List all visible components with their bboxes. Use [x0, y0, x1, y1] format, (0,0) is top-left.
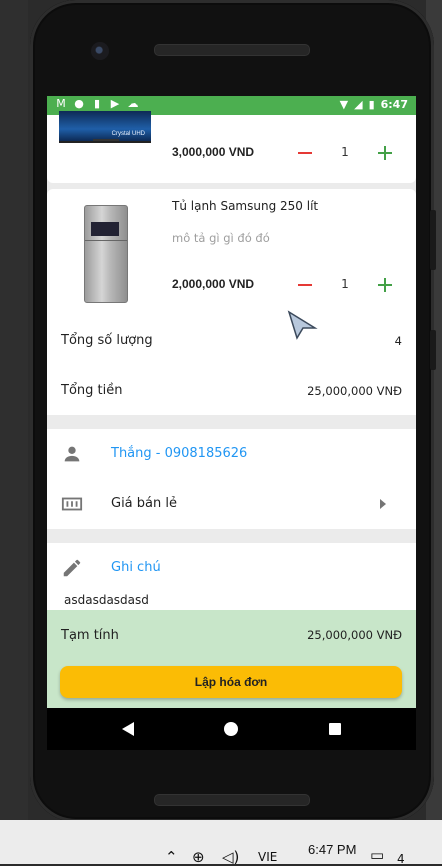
customer-name: Thắng - 0908185626 — [111, 446, 248, 461]
camera-icon — [91, 42, 109, 60]
subtotal-label: Tạm tính — [61, 628, 119, 643]
globe-icon[interactable]: ⊕ — [192, 848, 205, 866]
gmail-icon: M — [56, 97, 66, 110]
checkout-footer: Tạm tính 25,000,000 VNĐ Lập hóa đơn — [47, 610, 416, 708]
home-icon[interactable] — [224, 722, 238, 736]
taskbar-clock[interactable]: 6:47 PM — [308, 842, 356, 857]
note-label[interactable]: Ghi chú — [111, 560, 161, 575]
play-store-icon: ▶ — [110, 97, 120, 110]
order-summary: Tổng số lượng 4 Tổng tiền 25,000,000 VNĐ — [47, 311, 416, 415]
total-quantity-label: Tổng số lượng — [61, 333, 153, 348]
increase-quantity-button[interactable] — [378, 146, 392, 160]
person-icon — [64, 446, 80, 462]
bottom-speaker — [154, 794, 310, 806]
speaker-icon[interactable]: ◁) — [222, 848, 239, 866]
product-quantity: 1 — [341, 277, 349, 291]
cloud-icon: ☁ — [127, 97, 139, 110]
chevron-right-icon — [380, 499, 386, 509]
product-price: 3,000,000 VND — [172, 145, 255, 159]
product-image-tv: Crystal UHD — [59, 111, 151, 143]
windows-taskbar: ⌃ ⊕ ◁) VIE 6:47 PM ▭ 4 — [0, 820, 442, 866]
decrease-quantity-button[interactable] — [298, 284, 312, 286]
subtotal-value: 25,000,000 VNĐ — [307, 628, 402, 642]
pencil-icon — [63, 559, 81, 577]
chevron-up-icon[interactable]: ⌃ — [165, 848, 178, 866]
note-text[interactable]: asdasdasdasd — [64, 593, 149, 607]
android-nav-bar — [47, 708, 416, 750]
product-description: mô tả gì gì đó đó — [172, 231, 270, 245]
price-list-label: Giá bán lẻ — [111, 496, 177, 511]
desktop-left-panel — [0, 0, 28, 820]
power-button[interactable] — [430, 330, 436, 370]
product-price: 2,000,000 VND — [172, 277, 255, 291]
total-quantity-value: 4 — [394, 334, 402, 348]
language-indicator[interactable]: VIE — [258, 850, 277, 864]
customer-section: Thắng - 0908185626 Giá bán lẻ — [47, 429, 416, 529]
mouse-cursor-icon — [287, 310, 318, 340]
signal-icon: ◢ — [354, 98, 363, 111]
product-card[interactable]: Crystal UHD 3,000,000 VND 1 — [47, 111, 416, 183]
product-image-fridge — [84, 205, 128, 303]
customer-row[interactable]: Thắng - 0908185626 — [47, 429, 416, 479]
increase-quantity-button[interactable] — [378, 278, 392, 292]
product-card[interactable]: Tủ lạnh Samsung 250 lít mô tả gì gì đó đ… — [47, 189, 416, 311]
product-quantity: 1 — [341, 145, 349, 159]
sync-icon: ● — [74, 97, 84, 110]
sd-card-icon: ▮ — [93, 97, 101, 110]
recent-apps-icon[interactable] — [329, 723, 341, 735]
status-time: 6:47 — [380, 98, 408, 111]
product-name: Tủ lạnh Samsung 250 lít — [172, 199, 319, 213]
price-list-row[interactable]: Giá bán lẻ — [47, 479, 416, 529]
total-amount-value: 25,000,000 VNĐ — [307, 384, 402, 398]
total-amount-label: Tổng tiền — [61, 383, 123, 398]
battery-icon: ▮ — [368, 98, 375, 111]
app-screen: M ● ▮ ▶ ☁ ▼ ◢ ▮ 6:47 Crystal UHD 3,000,0… — [47, 96, 416, 708]
top-speaker — [154, 44, 310, 56]
wifi-icon: ▼ — [339, 98, 349, 111]
back-icon[interactable] — [122, 722, 134, 736]
note-section: Ghi chú asdasdasdasd — [47, 543, 416, 610]
create-invoice-button[interactable]: Lập hóa đơn — [60, 666, 402, 698]
volume-button[interactable] — [430, 210, 436, 270]
notification-icon[interactable]: ▭ — [370, 846, 384, 864]
price-tag-icon — [61, 497, 83, 511]
decrease-quantity-button[interactable] — [298, 152, 312, 154]
